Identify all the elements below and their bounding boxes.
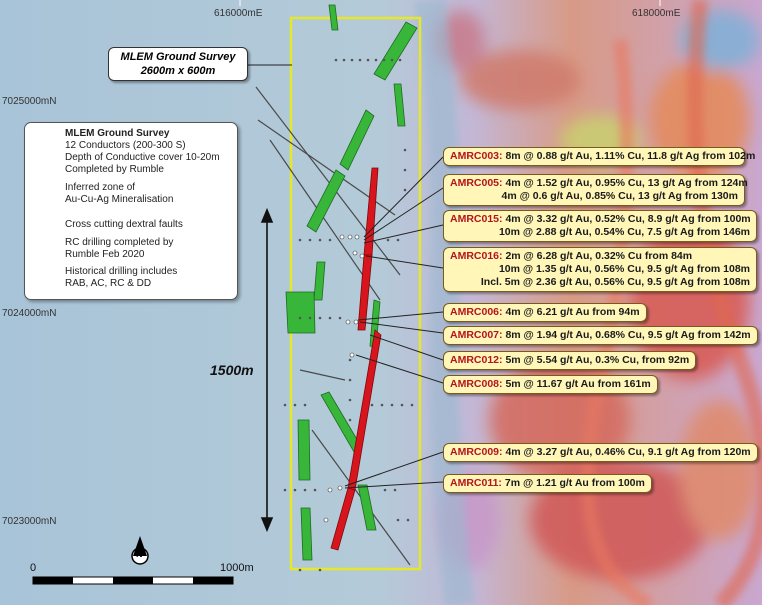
callout-result: 4m @ 6.21 g/t Au from 94m [505, 306, 640, 318]
grid-label-northing-2: 7024000mN [2, 308, 57, 319]
callout-result: 8m @ 0.88 g/t Au, 1.11% Cu, 11.8 g/t Ag … [505, 150, 756, 162]
callout-hole-id: AMRC009: [450, 446, 503, 458]
legend-rc-1: RC drilling completed by [65, 237, 174, 248]
callout-result: 10m @ 1.35 g/t Au, 0.56% Cu, 9.5 g/t Ag … [498, 263, 750, 275]
legend-title: MLEM Ground Survey [65, 128, 170, 139]
callout-result: 7m @ 1.21 g/t Au from 100m [504, 477, 645, 489]
scale-bar [32, 576, 234, 585]
callout-amrc011: AMRC011: 7m @ 1.21 g/t Au from 100m [443, 474, 652, 493]
legend-faults: Cross cutting dextral faults [65, 219, 183, 230]
callout-hole-id: AMRC003: [450, 150, 503, 162]
legend-historical-1: Historical drilling includes [65, 266, 178, 277]
callout-hole-id: AMRC005: [450, 177, 503, 189]
grid-label-easting-2: 618000mE [632, 8, 681, 19]
callout-amrc003: AMRC003: 8m @ 0.88 g/t Au, 1.11% Cu, 11.… [443, 147, 755, 166]
legend-rc-2: Rumble Feb 2020 [65, 249, 145, 260]
callout-amrc008: AMRC008: 5m @ 11.67 g/t Au from 161m [443, 375, 658, 394]
callout-amrc016: AMRC016: 2m @ 6.28 g/t Au, 0.32% Cu from… [443, 247, 757, 292]
callout-amrc012: AMRC012: 5m @ 5.54 g/t Au, 0.3% Cu, from… [443, 351, 697, 370]
callout-result: 5m @ 5.54 g/t Au, 0.3% Cu, from 92m [505, 354, 690, 366]
callout-result: 4m @ 1.52 g/t Au, 0.95% Cu, 13 g/t Ag fr… [505, 177, 748, 189]
callout-hole-id: AMRC012: [450, 354, 503, 366]
callout-amrc007: AMRC007: 8m @ 1.94 g/t Au, 0.68% Cu, 9.5… [443, 326, 758, 345]
callout-result: Incl. 5m @ 2.36 g/t Au, 0.56% Cu, 9.5 g/… [480, 276, 750, 288]
map-background [0, 0, 762, 605]
scale-start-label: 0 [30, 562, 37, 574]
legend-mineral-2: Au-Cu-Ag Mineralisation [65, 194, 174, 205]
legend-conductors-3: Completed by Rumble [65, 164, 164, 175]
callout-amrc015: AMRC015: 4m @ 3.32 g/t Au, 0.52% Cu, 8.9… [443, 210, 757, 242]
north-label: N [136, 549, 143, 559]
callout-hole-id: AMRC006: [450, 306, 503, 318]
callout-hole-id: AMRC016: [450, 250, 503, 262]
callout-result: 8m @ 1.94 g/t Au, 0.68% Cu, 9.5 g/t Ag f… [505, 329, 751, 341]
callout-hole-id: AMRC015: [450, 213, 503, 225]
survey-title-box: MLEM Ground Survey 2600m x 600m [108, 47, 248, 81]
grid-label-northing-3: 7023000mN [2, 516, 57, 527]
callout-hole-id: AMRC007: [450, 329, 503, 341]
callout-amrc005: AMRC005: 4m @ 1.52 g/t Au, 0.95% Cu, 13 … [443, 174, 748, 206]
callout-result: 5m @ 11.67 g/t Au from 161m [505, 378, 651, 390]
callout-result: 4m @ 0.6 g/t Au, 0.85% Cu, 13 g/t Ag fro… [501, 190, 738, 202]
legend-conductors-2: Depth of Conductive cover 10-20m [65, 152, 220, 163]
survey-dimensions: 2600m x 600m [140, 65, 216, 77]
callout-hole-id: AMRC011: [450, 477, 502, 489]
survey-title: MLEM Ground Survey [120, 51, 236, 63]
callout-amrc006: AMRC006: 4m @ 6.21 g/t Au from 94m [443, 303, 647, 322]
map-legend: MLEM Ground Survey 12 Conductors (200-30… [24, 122, 238, 300]
legend-conductors-1: 12 Conductors (200-300 S) [65, 140, 186, 151]
legend-historical-2: RAB, AC, RC & DD [65, 278, 152, 289]
callout-result: 10m @ 2.88 g/t Au, 0.54% Cu, 7.5 g/t Ag … [498, 226, 750, 238]
callout-result: 4m @ 3.27 g/t Au, 0.46% Cu, 9.1 g/t Ag f… [505, 446, 751, 458]
legend-mineral-1: Inferred zone of [65, 182, 136, 193]
callout-result: 4m @ 3.32 g/t Au, 0.52% Cu, 8.9 g/t Ag f… [505, 213, 751, 225]
callout-hole-id: AMRC008: [450, 378, 503, 390]
callout-amrc009: AMRC009: 4m @ 3.27 g/t Au, 0.46% Cu, 9.1… [443, 443, 758, 462]
geophysical-map: 616000mE 618000mE 7025000mN 7024000mN 70… [0, 0, 762, 605]
grid-label-easting-1: 616000mE [214, 8, 263, 19]
scale-end-label: 1000m [220, 562, 254, 574]
dimension-label: 1500m [210, 362, 254, 378]
callout-result: 2m @ 6.28 g/t Au, 0.32% Cu from 84m [505, 250, 693, 262]
grid-label-northing-1: 7025000mN [2, 96, 57, 107]
